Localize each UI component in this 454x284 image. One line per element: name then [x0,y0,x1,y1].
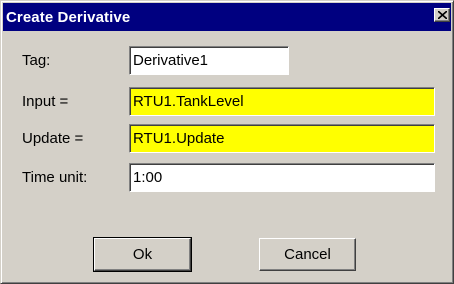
input-field[interactable]: RTU1.TankLevel [129,87,435,116]
update-label: Update = [22,130,84,147]
close-icon [438,11,447,19]
time-unit-label: Time unit: [22,169,88,186]
input-label: Input = [22,93,69,110]
create-derivative-dialog: Create Derivative Tag: Derivative1 Input… [0,0,454,284]
ok-button[interactable]: Ok [93,237,192,272]
tag-label: Tag: [22,52,51,69]
time-unit-field[interactable]: 1:00 [129,163,435,192]
tag-input[interactable]: Derivative1 [129,46,289,75]
close-button[interactable] [434,8,450,22]
title-bar[interactable]: Create Derivative [3,3,451,31]
cancel-button[interactable]: Cancel [259,238,356,271]
update-field[interactable]: RTU1.Update [129,124,435,153]
window-title: Create Derivative [6,9,131,26]
